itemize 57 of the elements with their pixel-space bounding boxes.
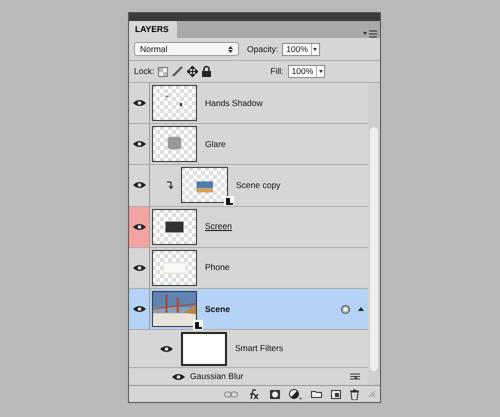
layers-tab[interactable]: LAYERS: [129, 21, 177, 38]
layer-row[interactable]: Phone: [129, 248, 368, 289]
scrollbar[interactable]: [368, 83, 380, 385]
filter-row[interactable]: Smart Filters: [129, 330, 368, 368]
layer-thumbnail: [152, 85, 197, 122]
filter-name: Smart Filters: [235, 342, 284, 356]
folder-icon[interactable]: [311, 390, 322, 398]
resize-grip-icon[interactable]: [368, 390, 376, 398]
lock-label: Lock:: [134, 65, 154, 78]
layer-thumbnail: [181, 167, 228, 204]
layer-name: Scene copy: [236, 179, 280, 192]
lock-icon[interactable]: [202, 66, 212, 77]
layer-row[interactable]: Glare: [129, 124, 368, 166]
move-icon[interactable]: [187, 66, 198, 77]
eye-icon[interactable]: [172, 372, 185, 381]
mask-icon[interactable]: [270, 390, 280, 398]
trash-icon[interactable]: [350, 388, 359, 400]
eye-icon[interactable]: [160, 344, 173, 353]
scrollbar-thumb[interactable]: [370, 127, 378, 371]
layer-name: Phone: [205, 261, 230, 274]
menu-icon[interactable]: [363, 30, 377, 38]
filter-options-icon[interactable]: [350, 373, 360, 380]
blend-mode-dropdown[interactable]: Normal: [134, 42, 239, 56]
layer-row[interactable]: Scene copy: [129, 165, 368, 207]
new-layer-icon[interactable]: [331, 390, 341, 398]
filter-name: Gaussian Blur: [190, 370, 244, 384]
eye-icon[interactable]: [132, 305, 146, 314]
layer-thumbnail: [181, 332, 227, 366]
eye-icon[interactable]: [132, 99, 146, 108]
brush-icon[interactable]: [172, 66, 184, 77]
layer-row[interactable]: Hands Shadow: [129, 83, 368, 124]
layer-thumbnail: [152, 208, 197, 245]
layer-thumbnail: [152, 250, 197, 286]
eye-icon[interactable]: [132, 222, 146, 231]
eye-icon[interactable]: [132, 264, 146, 272]
layer-name: Screen: [205, 220, 232, 234]
adjustment-icon[interactable]: [289, 388, 302, 400]
opacity-field[interactable]: 100%: [282, 42, 320, 56]
layer-name: Glare: [205, 138, 226, 151]
filter-effects-icon[interactable]: [341, 304, 350, 314]
fill-label: Fill:: [270, 65, 284, 78]
eye-icon[interactable]: [132, 140, 146, 148]
fill-field[interactable]: 100%: [288, 65, 326, 78]
layer-name: Scene: [205, 302, 230, 316]
opacity-label: Opacity:: [247, 42, 278, 56]
updown-icon: [228, 44, 233, 54]
filter-row[interactable]: Gaussian Blur: [129, 368, 368, 386]
layer-thumbnail: [152, 126, 197, 162]
caret-icon: [313, 48, 318, 50]
eye-icon[interactable]: [132, 181, 146, 190]
layer-name: Hands Shadow: [205, 96, 263, 110]
lock-transparency-icon[interactable]: [158, 66, 168, 76]
collapse-arrow-icon[interactable]: [358, 307, 364, 312]
layer-row[interactable]: Screen: [129, 206, 368, 248]
caret-icon: [318, 70, 323, 73]
fx-icon[interactable]: [247, 388, 261, 400]
layer-row[interactable]: Scene: [129, 288, 368, 330]
